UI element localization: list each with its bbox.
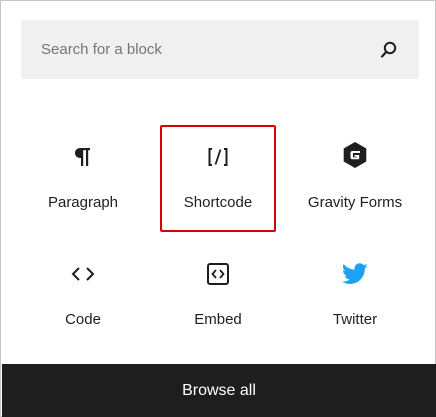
block-gravity-forms[interactable]: Gravity Forms — [296, 127, 414, 233]
block-shortcode[interactable]: Shortcode — [160, 125, 276, 232]
block-label: Gravity Forms — [307, 194, 403, 211]
gravity-forms-icon — [341, 141, 369, 169]
block-label: Paragraph — [47, 194, 119, 211]
shortcode-icon — [204, 143, 232, 171]
block-embed[interactable]: Embed — [160, 246, 276, 352]
block-inserter-panel: Paragraph Shortcode Gravity Forms — [0, 0, 436, 417]
paragraph-icon — [69, 143, 97, 171]
block-code[interactable]: Code — [25, 246, 141, 352]
code-icon — [69, 260, 97, 288]
block-label: Code — [65, 311, 101, 328]
block-label: Shortcode — [183, 194, 253, 211]
block-paragraph[interactable]: Paragraph — [25, 127, 141, 233]
embed-icon — [204, 260, 232, 288]
twitter-icon — [341, 260, 369, 288]
browse-all-button[interactable]: Browse all — [2, 364, 436, 417]
block-label: Embed — [194, 311, 242, 328]
block-grid: Paragraph Shortcode Gravity Forms Code E… — [1, 1, 436, 361]
block-twitter[interactable]: Twitter — [296, 246, 414, 352]
block-label: Twitter — [332, 311, 378, 328]
